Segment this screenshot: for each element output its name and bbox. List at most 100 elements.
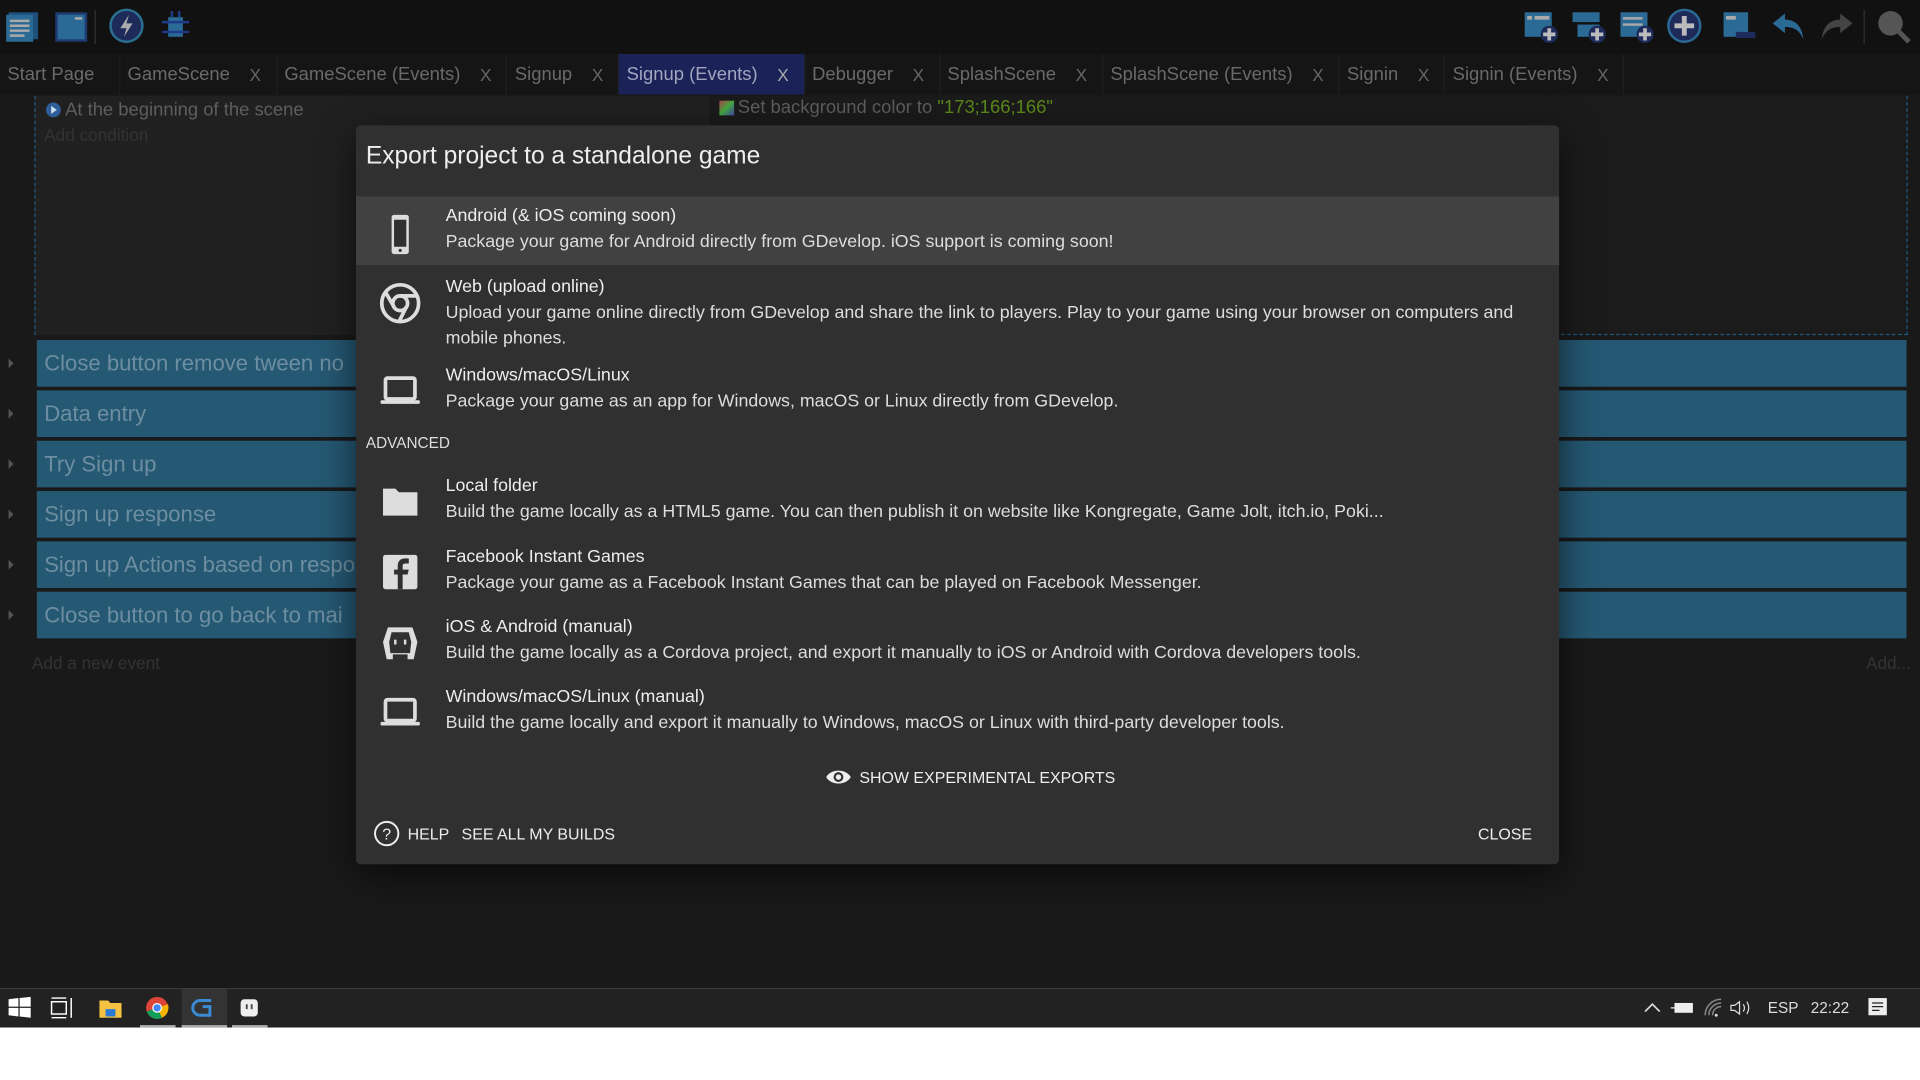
option-description: Package your game as a Facebook Instant … [445,573,1202,593]
debugger-bug-icon[interactable] [157,7,194,44]
tab-splashscene-events[interactable]: SplashScene (Events) X [1103,54,1340,95]
show-experimental-exports-button[interactable]: SHOW EXPERIMENTAL EXPORTS [825,767,1115,787]
chrome-icon[interactable] [142,993,171,1022]
dialog-footer-left: ? HELP SEE ALL MY BUILDS [373,820,615,847]
gdevelop-icon[interactable] [189,993,218,1022]
toolbar-divider [1863,9,1865,45]
export-option-ios-android-manual[interactable]: iOS & Android (manual) Build the game loc… [356,608,1559,669]
delete-icon[interactable] [1721,7,1758,44]
option-title: Local folder [445,476,538,496]
close-tab-icon[interactable]: X [913,64,924,84]
export-option-facebook-instant-games[interactable]: Facebook Instant Games Package your game … [356,538,1559,599]
scene-start-icon [45,102,61,118]
add-group-icon[interactable] [1666,7,1703,44]
preview-lightning-icon[interactable] [108,7,145,44]
chrome-icon [376,279,425,328]
close-tab-icon[interactable]: X [1076,64,1087,84]
expand-arrow-icon[interactable] [8,459,14,469]
tab-label: Start Page [7,63,95,85]
close-button[interactable]: CLOSE [1478,825,1532,843]
tab-bar: Start Page GameScene X GameScene (Events) X S… [0,54,1920,95]
expand-arrow-icon[interactable] [8,358,14,369]
tab-signin[interactable]: Signin X [1340,54,1446,95]
close-tab-icon[interactable]: X [1418,64,1429,84]
export-dialog: Export project to a standalone game Andr… [356,125,1560,865]
expand-arrow-icon[interactable] [8,610,14,620]
tab-signup-events[interactable]: Signup (Events) X [619,54,805,95]
wifi-icon[interactable] [1699,993,1728,1022]
phone-icon [376,210,425,259]
option-description: Build the game locally and export it man… [445,713,1285,733]
notifications-icon[interactable] [1864,993,1893,1022]
scene-window-icon[interactable] [53,7,90,44]
tab-gamescene-events[interactable]: GameScene (Events) X [277,54,508,95]
dialog-title: Export project to a standalone game [365,142,761,170]
project-manager-icon[interactable] [5,7,42,44]
tab-start-page[interactable]: Start Page [0,54,121,95]
cordova-icon [376,617,425,666]
export-option-web-upload-online[interactable]: Web (upload online) Upload your game onli… [356,268,1559,356]
export-option-android-ios-coming-soon[interactable]: Android (& iOS coming soon) Package your … [356,196,1560,266]
task-view-icon[interactable] [47,993,76,1022]
export-option-windows-macos-linux-manual[interactable]: Windows/macOS/Linux (manual) Build the ga… [356,678,1559,739]
option-description: Package your game as an app for Windows,… [445,391,1119,412]
gdevelop-window: Start Page GameScene X GameScene (Events) X S… [0,0,1920,989]
add-condition-link[interactable]: Add condition [44,125,148,145]
close-tab-icon[interactable]: X [592,64,603,84]
add-sub-event-icon[interactable] [1570,7,1607,44]
expand-arrow-icon[interactable] [8,559,14,570]
tab-label: Debugger [812,63,893,85]
export-option-windows-macos-linux[interactable]: Windows/macOS/Linux Package your game as … [356,356,1559,417]
option-title: Android (& iOS coming soon) [445,206,677,226]
add-other-link[interactable]: Add... [1866,653,1911,673]
close-tab-icon[interactable]: X [1312,64,1323,84]
tab-signup[interactable]: Signup X [507,54,620,95]
expand-arrow-icon[interactable] [8,509,14,520]
add-comment-icon[interactable] [1618,7,1655,44]
facebook-icon [376,548,425,597]
tab-label: Signup [514,63,573,85]
export-option-local-folder[interactable]: Local folder Build the game locally as a … [356,466,1559,527]
help-button[interactable]: ? HELP [373,820,449,847]
action-text[interactable]: Set background color to "173;166;166" [738,97,1053,118]
battery-icon[interactable] [1668,993,1697,1022]
add-event-link[interactable]: Add a new event [32,653,160,673]
advanced-section-label: ADVANCED [365,434,450,452]
option-title: Windows/macOS/Linux [445,365,630,386]
file-explorer-icon[interactable] [96,993,125,1022]
undo-icon[interactable] [1770,7,1807,44]
see-all-builds-button[interactable]: SEE ALL MY BUILDS [462,824,615,842]
condition-text[interactable]: At the beginning of the scene [65,99,304,120]
expand-arrow-icon[interactable] [8,408,14,419]
tab-signin-events[interactable]: Signin (Events) X [1445,54,1625,95]
laptop-icon [376,687,425,736]
close-tab-icon[interactable]: X [480,64,491,84]
close-tab-icon[interactable]: X [250,64,261,84]
search-icon[interactable] [1875,7,1912,44]
tab-splashscene[interactable]: SplashScene X [940,54,1104,95]
option-description: Upload your game online directly from GD… [445,303,1514,349]
close-tab-icon[interactable]: X [777,64,788,84]
option-title: Web (upload online) [445,277,605,298]
tab-label: Signup (Events) [626,63,758,85]
action-value: "173;166;166" [937,96,1053,118]
tab-gamescene[interactable]: GameScene X [120,54,277,95]
volume-icon[interactable] [1726,993,1755,1022]
clock[interactable]: 22:22 [1811,988,1849,1027]
option-description: Package your game for Android directly f… [445,232,1114,252]
tab-label: Signin [1347,63,1399,85]
chevron-up-icon[interactable] [1638,993,1667,1022]
tab-debugger[interactable]: Debugger X [805,54,941,95]
tab-label: SplashScene [947,63,1056,85]
toolbar [0,0,1920,55]
redo-icon[interactable] [1818,7,1855,44]
app-icon[interactable] [234,993,263,1022]
laptop-icon [376,366,425,415]
add-event-icon[interactable] [1522,7,1559,44]
action-label: Set background color to [737,96,938,118]
close-tab-icon[interactable]: X [1597,64,1608,84]
help-icon: ? [374,820,400,847]
language-indicator[interactable]: ESP [1768,988,1799,1027]
windows-start-icon[interactable] [5,993,34,1022]
windows-taskbar: ESP 22:22 [0,988,1920,1028]
